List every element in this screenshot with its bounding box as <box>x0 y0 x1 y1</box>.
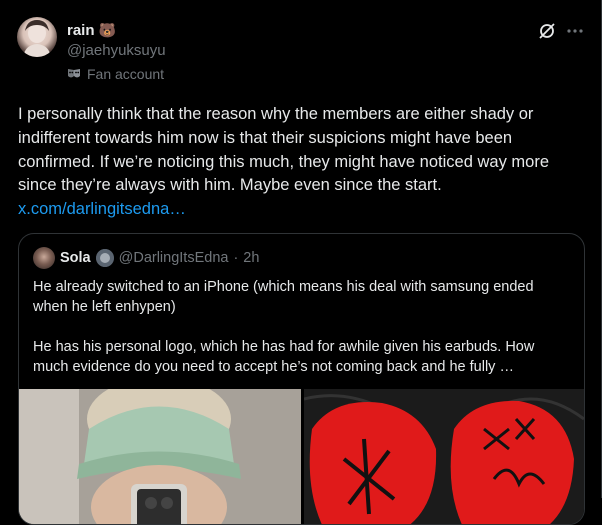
user-name-row[interactable]: rain 🐻 <box>67 22 116 39</box>
affiliate-badge-icon <box>95 249 114 267</box>
avatar[interactable] <box>17 17 57 57</box>
quote-paragraph: He has his personal logo, which he has h… <box>33 339 535 375</box>
user-handle[interactable]: @jaehyuksuyu <box>67 42 166 59</box>
theater-mask-icon <box>68 69 80 78</box>
quote-text: He already switched to an iPhone (which … <box>33 277 571 397</box>
quote-separator: · <box>233 250 239 266</box>
quote-header: Sola @DarlingItsEdna · 2h <box>33 247 259 269</box>
quote-paragraph: He already switched to an iPhone (which … <box>33 279 534 315</box>
quoted-tweet[interactable]: Sola @DarlingItsEdna · 2h He already swi… <box>18 233 585 525</box>
quote-image-earbuds[interactable] <box>304 389 584 524</box>
tweet-link[interactable]: x.com/darlingitsedna… <box>18 200 186 218</box>
grok-icon[interactable] <box>538 22 556 40</box>
tweet-body: I personally think that the reason why t… <box>18 105 549 195</box>
account-label: Fan account <box>67 66 164 82</box>
fan-account-text: Fan account <box>87 66 165 82</box>
display-name[interactable]: rain <box>67 22 95 39</box>
quote-avatar[interactable] <box>33 247 55 269</box>
quote-handle[interactable]: @DarlingItsEdna <box>119 250 229 266</box>
tweet-text: I personally think that the reason why t… <box>18 103 578 222</box>
bear-emoji: 🐻 <box>98 22 116 38</box>
more-options-icon[interactable] <box>566 22 584 40</box>
quote-display-name[interactable]: Sola <box>60 250 91 266</box>
quote-image-selfie[interactable] <box>19 389 301 524</box>
quote-time[interactable]: 2h <box>243 250 259 266</box>
